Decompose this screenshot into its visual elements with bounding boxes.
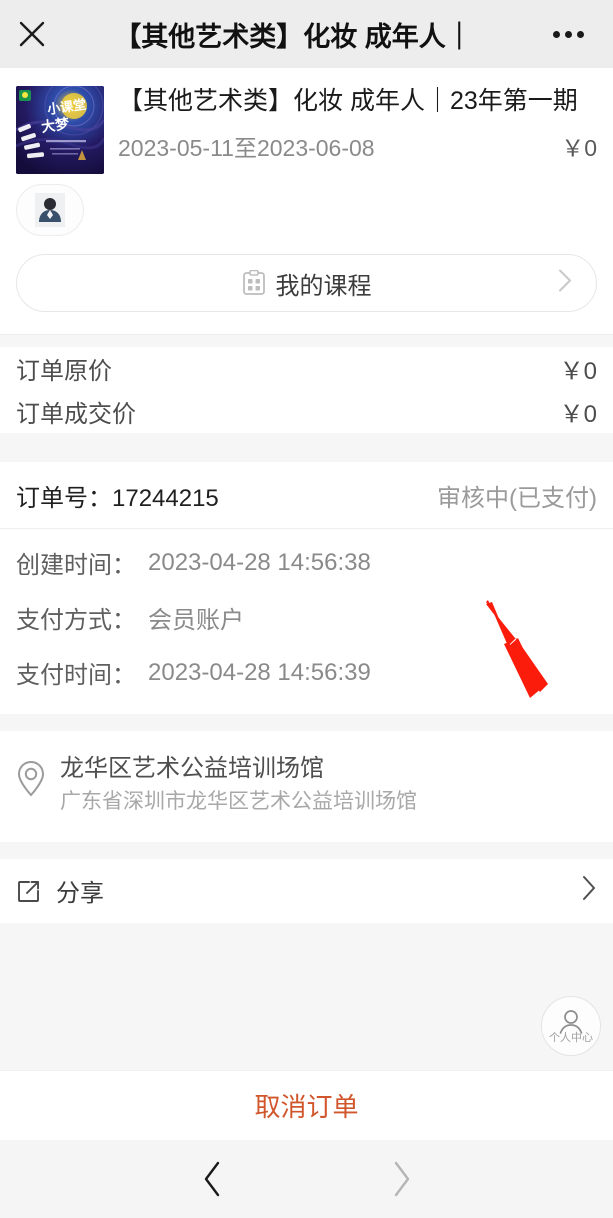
share-label: 分享 bbox=[56, 880, 104, 908]
order-number-wrap: 订单号：17244215 bbox=[16, 478, 219, 513]
order-meta-list: 创建时间： 2023-04-28 14:56:38 支付方式： 会员账户 支付时… bbox=[0, 529, 613, 714]
order-header-row: 订单号：17244215 审核中(已支付) bbox=[0, 462, 613, 528]
meta-label: 支付方式： bbox=[16, 607, 136, 634]
course-poster-image: 小课堂 大梦 bbox=[16, 86, 104, 174]
price-card: 订单原价 ￥0 订单成交价 ￥0 bbox=[0, 347, 613, 433]
more-icon-dot bbox=[552, 30, 560, 38]
browser-navbar bbox=[0, 1140, 613, 1218]
meta-value: 会员账户 bbox=[148, 607, 244, 634]
location-icon-wrap bbox=[14, 753, 54, 804]
divider bbox=[0, 334, 613, 335]
price-list: 订单原价 ￥0 订单成交价 ￥0 bbox=[0, 347, 613, 433]
meta-value: 2023-04-28 14:56:39 bbox=[148, 658, 371, 686]
share-left: 分享 bbox=[16, 873, 104, 908]
course-thumbnail: 小课堂 大梦 bbox=[16, 86, 104, 174]
share-card[interactable]: 分享 bbox=[0, 858, 613, 923]
chevron-left-icon bbox=[204, 1161, 219, 1197]
location-card[interactable]: 龙华区艺术公益培训场馆 广东省深圳市龙华区艺术公益培训场馆 bbox=[0, 731, 613, 842]
cancel-order-button[interactable]: 取消订单 bbox=[254, 1087, 358, 1124]
product-info: 【其他艺术类】化妆 成年人｜23年第一期 2023-05-11至2023-06-… bbox=[104, 86, 597, 174]
chevron-right-icon bbox=[583, 876, 595, 901]
section-gap bbox=[0, 714, 613, 731]
close-button[interactable] bbox=[0, 0, 64, 68]
share-external-icon bbox=[18, 880, 39, 902]
meta-label: 创建时间： bbox=[16, 552, 136, 579]
venue-address: 广东省深圳市龙华区艺术公益培训场馆 bbox=[60, 790, 417, 814]
meta-value: 2023-04-28 14:56:38 bbox=[148, 548, 371, 576]
order-number-value: 17244215 bbox=[112, 484, 219, 512]
price-value: ￥0 bbox=[559, 401, 597, 428]
my-course-chevron bbox=[558, 269, 572, 298]
venue-name: 龙华区艺术公益培训场馆 bbox=[60, 755, 324, 782]
product-subrow: 2023-05-11至2023-06-08 ￥0 bbox=[118, 129, 597, 163]
page-title: 【其他艺术类】化妆 成年人｜ bbox=[114, 21, 473, 52]
student-avatar-row bbox=[0, 174, 613, 254]
chevron-right-icon bbox=[559, 269, 571, 292]
status-badge: 审核中(已支付) bbox=[437, 484, 597, 512]
product-row: 小课堂 大梦 【其他艺术类】化妆 成年人｜23年第一期 2023-05-11至2… bbox=[0, 68, 613, 174]
product-date-range: 2023-05-11至2023-06-08 bbox=[118, 135, 375, 162]
close-icon bbox=[19, 21, 45, 47]
price-row-original: 订单原价 ￥0 bbox=[16, 347, 597, 390]
price-value: ￥0 bbox=[559, 358, 597, 385]
section-gap bbox=[0, 445, 613, 462]
person-photo-icon bbox=[35, 193, 65, 227]
avatar[interactable] bbox=[16, 184, 84, 236]
price-label: 订单原价 bbox=[16, 358, 112, 385]
product-card[interactable]: 小课堂 大梦 【其他艺术类】化妆 成年人｜23年第一期 2023-05-11至2… bbox=[0, 68, 613, 334]
bottom-action-bar: 取消订单 bbox=[0, 1070, 613, 1140]
section-gap bbox=[0, 841, 613, 859]
share-chevron bbox=[581, 874, 597, 907]
more-icon-dot bbox=[576, 30, 584, 38]
my-course-label: 我的课程 bbox=[275, 272, 372, 300]
app-window: 【其他艺术类】化妆 成年人｜ 小课堂 大梦 【其他艺术类】化妆 成年人｜23年第… bbox=[0, 0, 613, 1218]
personal-center-label: 个人中心 bbox=[549, 1031, 593, 1044]
price-label: 订单成交价 bbox=[16, 401, 136, 428]
page-content: 小课堂 大梦 【其他艺术类】化妆 成年人｜23年第一期 2023-05-11至2… bbox=[0, 68, 613, 1070]
more-icon-dot bbox=[564, 30, 572, 38]
app-header: 【其他艺术类】化妆 成年人｜ bbox=[0, 0, 613, 68]
my-course-section: 我的课程 bbox=[0, 254, 613, 334]
order-meta-row: 支付时间： 2023-04-28 14:56:39 bbox=[16, 645, 597, 700]
meta-label: 支付时间： bbox=[16, 662, 136, 689]
order-number-label: 订单号： bbox=[16, 484, 112, 512]
order-meta-row: 支付方式： 会员账户 bbox=[16, 590, 597, 645]
chevron-right-icon bbox=[394, 1161, 409, 1197]
personal-center-fab[interactable]: 个人中心 bbox=[541, 996, 601, 1056]
more-options-button[interactable] bbox=[523, 0, 613, 68]
product-price: ￥0 bbox=[561, 135, 597, 162]
person-icon bbox=[559, 1009, 583, 1034]
nav-forward-button[interactable] bbox=[376, 1154, 426, 1204]
order-meta-row: 创建时间： 2023-04-28 14:56:38 bbox=[16, 535, 597, 590]
my-course-inner: 我的课程 bbox=[242, 266, 372, 301]
clipboard-icon bbox=[242, 270, 265, 295]
my-course-button[interactable]: 我的课程 bbox=[16, 254, 597, 312]
location-row: 龙华区艺术公益培训场馆 广东省深圳市龙华区艺术公益培训场馆 bbox=[0, 731, 613, 842]
share-row[interactable]: 分享 bbox=[0, 859, 613, 923]
product-title: 【其他艺术类】化妆 成年人｜23年第一期 bbox=[118, 87, 578, 115]
price-row-final: 订单成交价 ￥0 bbox=[16, 390, 597, 433]
location-pin-icon bbox=[17, 760, 45, 797]
nav-back-button[interactable] bbox=[188, 1154, 238, 1204]
location-text: 龙华区艺术公益培训场馆 广东省深圳市龙华区艺术公益培训场馆 bbox=[54, 753, 417, 818]
order-info-card: 订单号：17244215 审核中(已支付) 创建时间： 2023-04-28 1… bbox=[0, 462, 613, 714]
